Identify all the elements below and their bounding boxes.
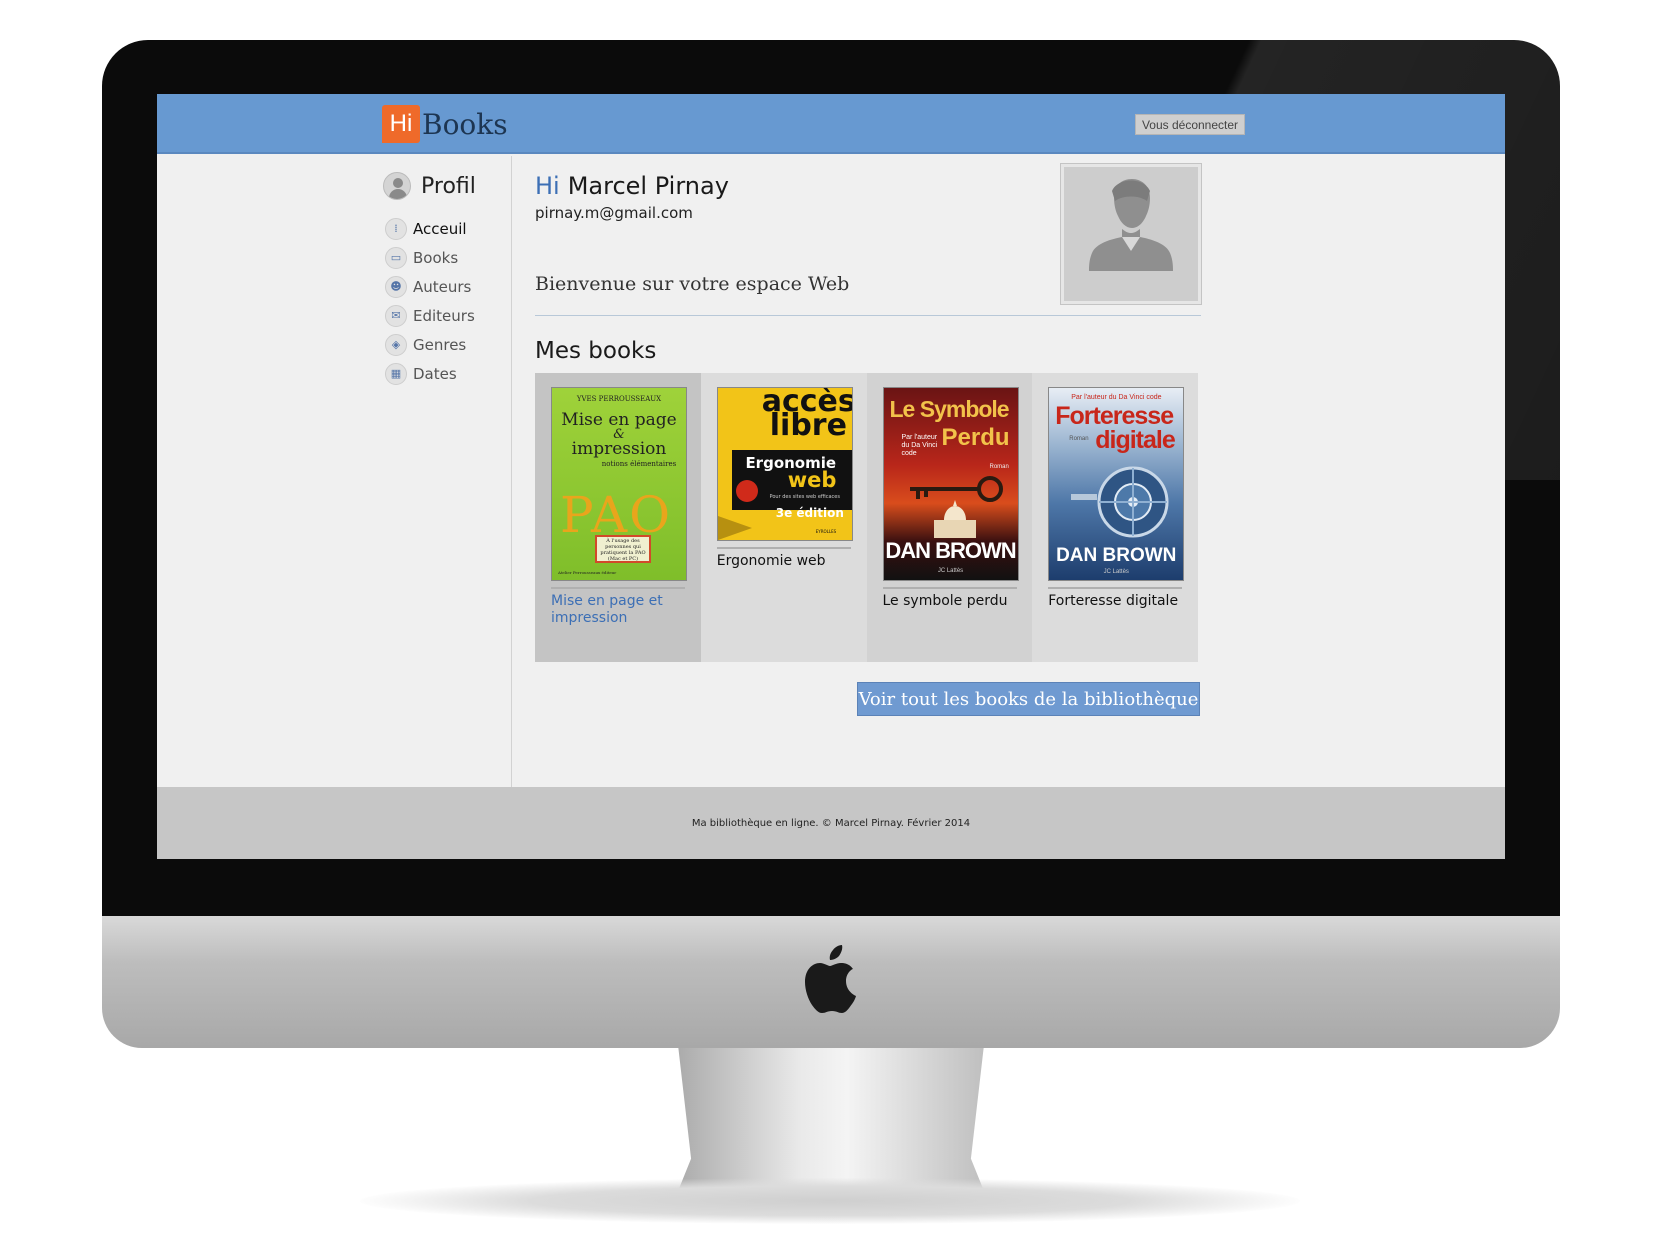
avatar-placeholder-icon bbox=[1064, 167, 1198, 301]
logout-button[interactable]: Vous déconnecter bbox=[1135, 114, 1245, 135]
welcome-message: Bienvenue sur votre espace Web bbox=[535, 273, 850, 295]
sidebar-item-label: Acceuil bbox=[413, 219, 467, 238]
cover-subtitle: notions élémentaires bbox=[601, 460, 677, 468]
book-card[interactable]: Le Symbole Perdu Par l'auteur du Da Vinc… bbox=[866, 373, 1033, 662]
user-name: Marcel Pirnay bbox=[567, 172, 729, 200]
cover-line: libre bbox=[769, 408, 847, 443]
profile-label: Profil bbox=[421, 173, 476, 199]
cover-publisher: JC Lattès bbox=[937, 568, 964, 574]
capitol-icon bbox=[933, 500, 976, 538]
book-separator bbox=[882, 587, 1017, 589]
logo-hi-badge: Hi bbox=[382, 105, 420, 143]
book-title[interactable]: Le symbole perdu bbox=[883, 593, 1017, 610]
cover-author: DAN BROWN bbox=[1056, 545, 1177, 566]
footer: Ma bibliothèque en ligne. © Marcel Pirna… bbox=[157, 787, 1505, 859]
vault-icon bbox=[1071, 466, 1169, 538]
logo-books-text: Books bbox=[422, 107, 508, 141]
cover-publisher: Atelier Perrousseaux éditeur bbox=[558, 570, 617, 575]
cover-note: Par l'auteur du Da Vinci code bbox=[901, 434, 938, 457]
book-card[interactable]: accès libre Ergonomie web Pour des sites… bbox=[701, 373, 867, 662]
cover-publisher: JC Lattès bbox=[1103, 569, 1129, 575]
screen: Hi Books Vous déconnecter Profil ⁞ Acceui… bbox=[157, 94, 1505, 859]
sidebar-item-label: Auteurs bbox=[413, 277, 472, 296]
calendar-icon: ▦ bbox=[385, 362, 407, 385]
book-cover[interactable]: accès libre Ergonomie web Pour des sites… bbox=[716, 387, 853, 541]
cover-genre: Roman bbox=[989, 464, 1009, 470]
cover-sub: Pour des sites web efficaces bbox=[769, 494, 840, 500]
cover-author: DAN BROWN bbox=[885, 538, 1016, 563]
sidebar: Profil ⁞ Acceuil ▭ Books ☻ Auteurs ✉ Editeur… bbox=[157, 156, 512, 787]
sidebar-nav: ⁞ Acceuil ▭ Books ☻ Auteurs ✉ Editeurs ◈ Genr… bbox=[385, 214, 475, 388]
book-cover[interactable]: Le Symbole Perdu Par l'auteur du Da Vinc… bbox=[882, 387, 1019, 581]
user-email: pirnay.m@gmail.com bbox=[535, 204, 693, 222]
sidebar-item-label: Editeurs bbox=[413, 306, 475, 325]
cover-author: YVES PERROUSSEAUX bbox=[576, 395, 662, 403]
book-icon: ▭ bbox=[385, 246, 407, 269]
sidebar-item-editeurs[interactable]: ✉ Editeurs bbox=[385, 301, 475, 330]
book-separator bbox=[1048, 587, 1183, 589]
top-bar: Hi Books Vous déconnecter bbox=[157, 94, 1505, 154]
sidebar-item-dates[interactable]: ▦ Dates bbox=[385, 359, 475, 388]
book-cover[interactable]: Par l'auteur du Da Vinci code Forteresse… bbox=[1048, 387, 1185, 581]
genre-icon: ◈ bbox=[385, 333, 407, 356]
sidebar-item-auteurs[interactable]: ☻ Auteurs bbox=[385, 272, 475, 301]
greeting-hi: Hi bbox=[535, 172, 560, 200]
footer-text: Ma bibliothèque en ligne. © Marcel Pirna… bbox=[691, 817, 971, 829]
sidebar-item-acceuil[interactable]: ⁞ Acceuil bbox=[385, 214, 475, 243]
book-cover[interactable]: YVES PERROUSSEAUX Mise en page & impress… bbox=[551, 387, 687, 581]
apple-logo-icon bbox=[805, 945, 856, 1013]
logo[interactable]: Hi Books bbox=[382, 105, 508, 143]
cover-arrow bbox=[717, 516, 752, 540]
avatar[interactable] bbox=[1061, 164, 1201, 304]
cover-line: impression bbox=[571, 439, 667, 459]
sidebar-item-books[interactable]: ▭ Books bbox=[385, 243, 475, 272]
profile-heading[interactable]: Profil bbox=[383, 172, 476, 200]
publisher-icon: ✉ bbox=[385, 304, 407, 327]
cover-line: Perdu bbox=[941, 424, 1010, 451]
author-icon: ☻ bbox=[385, 275, 407, 298]
sidebar-item-label: Books bbox=[413, 248, 459, 267]
book-title[interactable]: Ergonomie web bbox=[717, 553, 851, 570]
book-list: YVES PERROUSSEAUX Mise en page & impress… bbox=[535, 373, 1198, 662]
cover-edition: 3e édition bbox=[775, 506, 844, 520]
book-title[interactable]: Forteresse digitale bbox=[1048, 593, 1182, 610]
sidebar-item-label: Genres bbox=[413, 335, 467, 354]
cover-line: digitale bbox=[1095, 426, 1176, 454]
book-separator bbox=[551, 587, 685, 589]
user-icon bbox=[383, 172, 411, 200]
book-separator bbox=[716, 547, 851, 549]
section-title: Mes books bbox=[535, 338, 657, 364]
cover-box: À l'usage des personnes qui pratiquent l… bbox=[595, 535, 651, 563]
sidebar-item-label: Dates bbox=[413, 364, 457, 383]
home-icon: ⁞ bbox=[385, 217, 407, 240]
divider bbox=[535, 315, 1201, 316]
see-all-books-button[interactable]: Voir tout les books de la bibliothèque bbox=[857, 682, 1200, 716]
imac-mockup: Hi Books Vous déconnecter Profil ⁞ Acceui… bbox=[0, 0, 1662, 1250]
book-card[interactable]: YVES PERROUSSEAUX Mise en page & impress… bbox=[535, 373, 701, 662]
book-card[interactable]: Par l'auteur du Da Vinci code Forteresse… bbox=[1032, 373, 1198, 662]
cover-line: Le Symbole bbox=[889, 396, 1010, 422]
book-title[interactable]: Mise en page et impression bbox=[551, 593, 685, 627]
cover-publisher: EYROLLES bbox=[815, 529, 837, 534]
cover-note: Par l'auteur du Da Vinci code bbox=[1071, 394, 1162, 401]
cover-title: web bbox=[787, 468, 837, 492]
user-greeting: Hi Marcel Pirnay bbox=[535, 172, 729, 200]
cover-badge bbox=[735, 480, 758, 502]
sidebar-item-genres[interactable]: ◈ Genres bbox=[385, 330, 475, 359]
stand-shadow bbox=[360, 1178, 1300, 1224]
cover-genre: Roman bbox=[1069, 436, 1089, 442]
